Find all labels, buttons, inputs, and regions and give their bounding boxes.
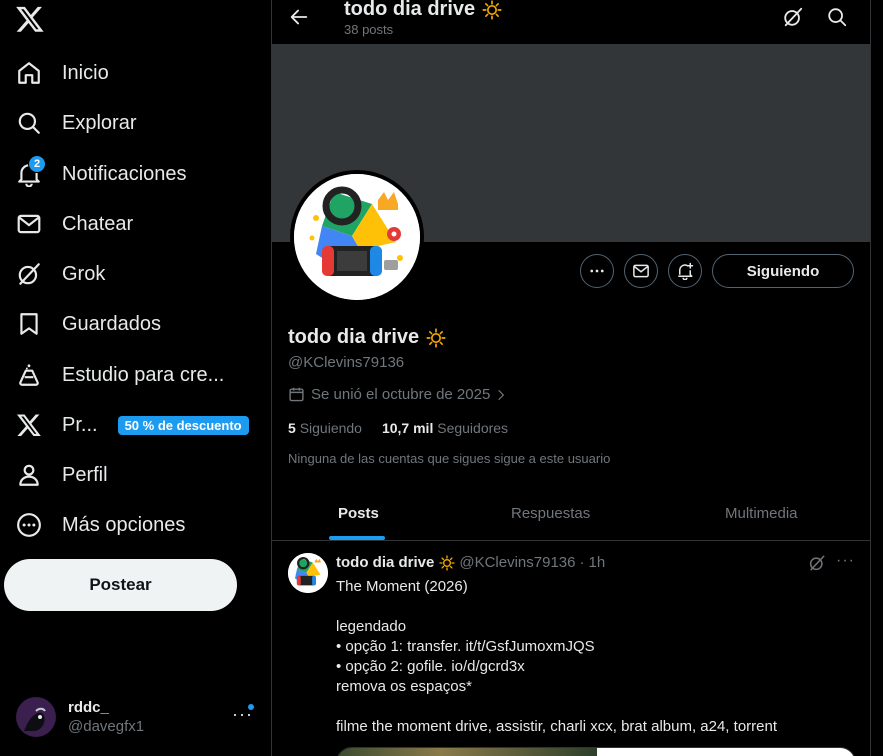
notify-bell-button[interactable] <box>668 254 702 288</box>
tab-respuestas[interactable]: Respuestas <box>511 486 590 540</box>
x-premium-icon <box>16 412 42 438</box>
nav-item-guardados[interactable]: Guardados <box>16 302 161 346</box>
nav-label: Más opciones <box>62 513 186 536</box>
following-button[interactable]: Siguiendo <box>712 254 854 288</box>
profile-handle: @KClevins79136 <box>288 354 405 371</box>
more-options-button[interactable] <box>580 254 614 288</box>
tab-multimedia[interactable]: Multimedia <box>725 486 798 540</box>
nav-label: Notificaciones <box>62 162 187 185</box>
notification-badge: 2 <box>28 155 46 173</box>
nav-label: Pr... <box>62 413 98 436</box>
tweet[interactable]: todo dia drive @KClevins79136 · 1h ··· T… <box>272 541 870 756</box>
following-count: 5 <box>288 420 296 436</box>
grok-icon <box>16 261 42 287</box>
nav-item-premium[interactable]: Pr... 50 % de descuento <box>16 403 249 447</box>
x-logo-icon[interactable] <box>15 4 45 34</box>
tweet-text-line: • opção 1: transfer. it/t/GsfJumoxmJQS <box>336 638 595 655</box>
nav-item-mas-opciones[interactable]: Más opciones <box>16 503 185 547</box>
home-icon <box>16 60 42 86</box>
posts-count: 38 posts <box>344 22 394 37</box>
header-title: todo dia drive <box>344 0 476 20</box>
sun-emoji-icon <box>439 554 456 571</box>
follow-stats: 5 Siguiendo 10,7 mil Seguidores <box>288 420 508 436</box>
sun-emoji-icon <box>482 0 502 20</box>
flask-icon <box>16 362 42 388</box>
nav-label: Estudio para cre... <box>62 363 225 386</box>
profile-header-bar: todo dia drive 38 posts <box>272 0 870 44</box>
joined-date[interactable]: Se unió el octubre de 2025 <box>288 386 508 403</box>
bell-icon: 2 <box>16 155 46 187</box>
followers-count: 10,7 mil <box>381 420 434 436</box>
followers-link[interactable]: 10,7 mil Seguidores <box>382 420 508 436</box>
search-icon[interactable] <box>826 6 848 28</box>
active-tab-indicator <box>329 536 385 540</box>
nav-label: Chatear <box>62 212 134 235</box>
profile-avatar[interactable] <box>290 170 424 304</box>
search-icon <box>16 110 42 136</box>
tweet-author-handle[interactable]: @KClevins79136 <box>459 554 575 571</box>
following-link[interactable]: 5 Siguiendo <box>288 420 362 436</box>
joined-text: Se unió el octubre de 2025 <box>311 386 491 403</box>
tweet-more-icon[interactable]: ··· <box>836 552 855 570</box>
followers-label: Seguidores <box>437 420 509 436</box>
unread-dot <box>248 704 254 710</box>
account-switcher[interactable]: rddc_ @davegfx1 ··· <box>16 694 256 740</box>
mail-icon <box>16 211 42 237</box>
nav-item-perfil[interactable]: Perfil <box>16 453 108 497</box>
separator-dot: · <box>579 554 585 571</box>
nav-label: Grok <box>62 262 106 285</box>
chevron-right-icon <box>494 388 508 402</box>
discount-badge: 50 % de descuento <box>117 415 249 435</box>
left-navigation: Inicio Explorar 2 Notificaciones Chatear… <box>0 0 271 756</box>
more-circle-icon <box>16 512 42 538</box>
nav-item-notificaciones[interactable]: 2 Notificaciones <box>16 152 187 196</box>
nav-label: Perfil <box>62 463 108 486</box>
media-image-left <box>337 748 597 756</box>
tweet-text-line: The Moment (2026) <box>336 578 468 595</box>
person-icon <box>16 462 42 488</box>
tab-posts[interactable]: Posts <box>338 486 379 540</box>
nav-item-explorar[interactable]: Explorar <box>16 101 136 145</box>
nav-label: Explorar <box>62 111 137 134</box>
tweet-text-line: remova os espaços* <box>336 678 472 695</box>
tweet-text-line: legendado <box>336 618 407 635</box>
tweet-media[interactable] <box>336 747 856 756</box>
back-arrow-icon[interactable] <box>288 6 310 28</box>
account-handle: @davegfx1 <box>68 718 145 735</box>
tweet-time[interactable]: 1h <box>588 554 605 571</box>
sun-emoji-icon <box>426 327 446 348</box>
tweet-author-name[interactable]: todo dia drive <box>336 554 434 571</box>
grok-icon[interactable] <box>808 554 828 574</box>
message-button[interactable] <box>624 254 658 288</box>
avatar <box>16 697 56 737</box>
tweet-avatar[interactable] <box>288 553 328 593</box>
bookmark-icon <box>16 311 42 337</box>
nav-item-estudio[interactable]: Estudio para cre... <box>16 353 224 397</box>
tweet-text-line: • opção 2: gofile. io/d/gcrd3x <box>336 658 525 675</box>
nav-label: Inicio <box>62 61 109 84</box>
tweet-text-line <box>336 697 856 717</box>
post-button[interactable]: Postear <box>4 559 237 611</box>
profile-tabs: Posts Respuestas Multimedia <box>272 486 870 541</box>
calendar-icon <box>288 386 305 403</box>
tweet-text-line: filme the moment drive, assistir, charli… <box>336 718 777 735</box>
mutual-followers-note: Ninguna de las cuentas que sigues sigue … <box>288 451 611 466</box>
tweet-text: The Moment (2026) legendado • opção 1: t… <box>336 577 856 737</box>
grok-icon[interactable] <box>782 6 804 28</box>
account-name: rddc_ <box>68 699 109 716</box>
following-label: Siguiendo <box>299 420 362 436</box>
media-image-right <box>597 748 855 756</box>
nav-item-inicio[interactable]: Inicio <box>16 51 109 95</box>
tweet-text-line <box>336 597 856 617</box>
nav-label: Guardados <box>62 312 161 335</box>
profile-column: todo dia drive 38 posts Siguiendo todo d… <box>271 0 871 756</box>
nav-item-grok[interactable]: Grok <box>16 252 105 296</box>
profile-name: todo dia drive <box>288 326 420 348</box>
nav-item-chatear[interactable]: Chatear <box>16 202 133 246</box>
